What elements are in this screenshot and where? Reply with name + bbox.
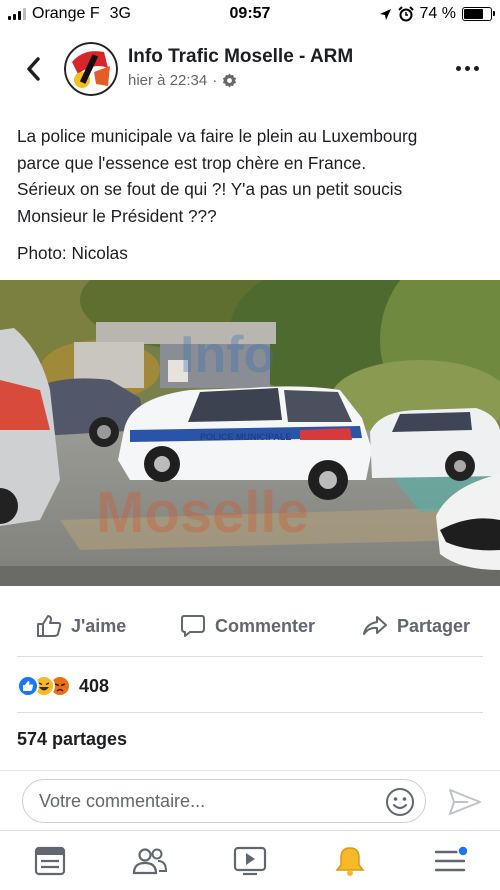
location-arrow-icon (379, 8, 391, 20)
like-reaction-icon (17, 675, 39, 697)
dot (464, 65, 470, 71)
comment-icon (181, 615, 205, 637)
menu-icon (434, 846, 467, 872)
send-button[interactable] (448, 787, 482, 817)
dot (455, 65, 461, 71)
news-feed-icon (34, 846, 66, 876)
send-icon (449, 789, 481, 815)
back-button[interactable] (18, 52, 48, 86)
battery-icon (462, 7, 495, 21)
divider (17, 712, 483, 713)
photo-credit: Photo: Nicolas (17, 243, 128, 263)
alarm-icon (397, 6, 414, 22)
photo-image: POLICE MUNICIPALE Info Moselle (0, 280, 500, 586)
comment-bar (0, 770, 500, 830)
post-text-line: Monsieur le Président ??? (17, 205, 217, 226)
post-text: La police municipale va faire le plein a… (17, 123, 487, 229)
nav-notifications[interactable] (330, 843, 370, 879)
meta-separator: · (212, 72, 218, 89)
watermark-info: Info (180, 326, 275, 384)
car-text: POLICE MUNICIPALE (200, 432, 291, 442)
comment-box[interactable] (22, 779, 426, 823)
post-header: Info Trafic Moselle - ARM hier à 22:34 · (0, 38, 500, 102)
status-right: 74 % (379, 5, 495, 23)
gear-icon (223, 73, 237, 88)
emoji-button[interactable] (385, 787, 415, 817)
reactions-summary[interactable]: 408 (17, 672, 109, 700)
comment-input[interactable] (39, 780, 379, 822)
comment-button[interactable]: Commenter (180, 614, 315, 638)
battery-fill (464, 9, 484, 19)
bottom-nav (0, 830, 500, 890)
nav-watch[interactable] (230, 843, 270, 879)
post-meta: hier à 22:34 · (128, 72, 237, 89)
like-label: J'aime (71, 615, 127, 636)
share-icon (363, 616, 387, 635)
reaction-count: 408 (79, 675, 110, 696)
share-label: Partager (397, 615, 471, 636)
page-logo-icon (64, 42, 118, 96)
post-photo[interactable]: POLICE MUNICIPALE Info Moselle (0, 280, 500, 586)
page-avatar[interactable] (64, 42, 118, 96)
watch-icon (233, 846, 267, 876)
post-timestamp[interactable]: hier à 22:34 (128, 72, 207, 89)
more-options-button[interactable] (452, 56, 482, 80)
smiley-icon (386, 788, 414, 816)
chevron-left-icon (27, 57, 40, 81)
status-bar: Orange F 3G 09:57 74 % (0, 0, 500, 30)
share-count[interactable]: 574 partages (17, 729, 127, 750)
post-text-line: La police municipale va faire le plein a… (17, 126, 418, 146)
page-name[interactable]: Info Trafic Moselle - ARM (128, 46, 353, 68)
nav-news-feed[interactable] (30, 843, 70, 879)
action-bar: J'aime Commenter Partager (0, 606, 500, 656)
like-button[interactable]: J'aime (36, 614, 126, 638)
notifications-icon (335, 847, 365, 876)
post-text-line: parce que l'essence est trop chère en Fr… (17, 152, 367, 173)
thumbs-up-icon (37, 615, 62, 637)
share-button[interactable]: Partager (362, 614, 470, 638)
comment-label: Commenter (215, 615, 316, 636)
friends-icon (132, 848, 168, 875)
battery-percent: 74 % (419, 5, 456, 22)
nav-menu[interactable] (430, 843, 470, 879)
nav-friends[interactable] (130, 843, 170, 879)
post-text-line: Sérieux on se fout de qui ?! Y'a pas un … (17, 179, 403, 199)
watermark-moselle: Moselle (96, 480, 309, 545)
divider (17, 656, 483, 657)
dot (473, 65, 479, 71)
